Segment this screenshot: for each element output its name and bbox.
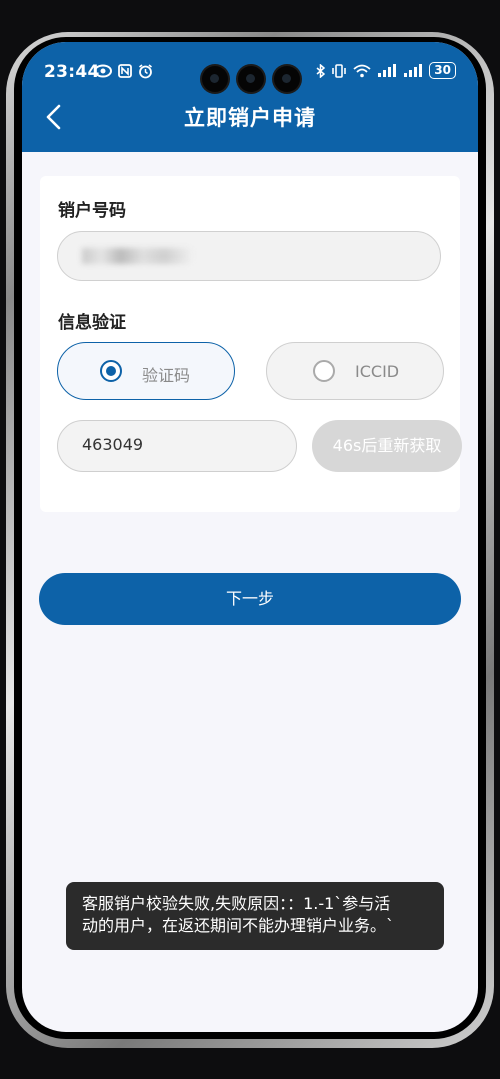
toast-line: 客服销户校验失败,失败原因：：1.-1`参与活 — [82, 894, 391, 913]
status-system-icons: 30 — [316, 62, 456, 79]
error-toast: 客服销户校验失败,失败原因：：1.-1`参与活 动的用户，在返还期间不能办理销户… — [66, 882, 444, 950]
nfc-icon — [118, 64, 132, 78]
bluetooth-icon — [316, 63, 326, 78]
verification-code-input[interactable]: 463049 — [57, 420, 297, 472]
signal-icon — [404, 64, 423, 77]
radio-unselected-icon — [313, 360, 335, 382]
page-title: 立即销户申请 — [184, 106, 316, 130]
masked-account-number — [82, 248, 192, 264]
account-label: 销户号码 — [58, 201, 126, 221]
app-screen: 23:44 30 立即销户申请 销户号码 信息验证 验证码 ICCID 4630… — [22, 42, 478, 1032]
front-camera — [238, 66, 264, 92]
option-label: 验证码 — [142, 366, 191, 385]
front-camera — [202, 66, 228, 92]
battery-icon: 30 — [429, 62, 456, 79]
status-bar: 23:44 30 — [22, 56, 478, 92]
wifi-icon — [353, 64, 371, 77]
next-step-button[interactable]: 下一步 — [39, 573, 461, 625]
toast-line: 动的用户，在返还期间不能办理销户业务。` — [82, 916, 395, 935]
app-header: 23:44 30 立即销户申请 — [22, 42, 478, 152]
resend-code-button[interactable]: 46s后重新获取 — [312, 420, 462, 472]
option-sms-code[interactable]: 验证码 — [57, 342, 235, 400]
radio-selected-icon — [100, 360, 122, 382]
option-label: ICCID — [355, 362, 400, 381]
signal-icon — [378, 64, 397, 77]
vibrate-icon — [332, 63, 347, 78]
alarm-icon — [139, 64, 152, 79]
verify-label: 信息验证 — [58, 313, 126, 333]
option-iccid[interactable]: ICCID — [266, 342, 444, 400]
form-card: 销户号码 信息验证 验证码 ICCID 463049 46s后重新获取 — [40, 176, 462, 512]
account-number-field — [57, 231, 441, 281]
status-time: 23:44 — [44, 62, 100, 82]
camera-cutout — [202, 66, 300, 92]
front-camera — [274, 66, 300, 92]
eye-icon — [94, 64, 112, 78]
status-notification-icons — [94, 64, 153, 79]
